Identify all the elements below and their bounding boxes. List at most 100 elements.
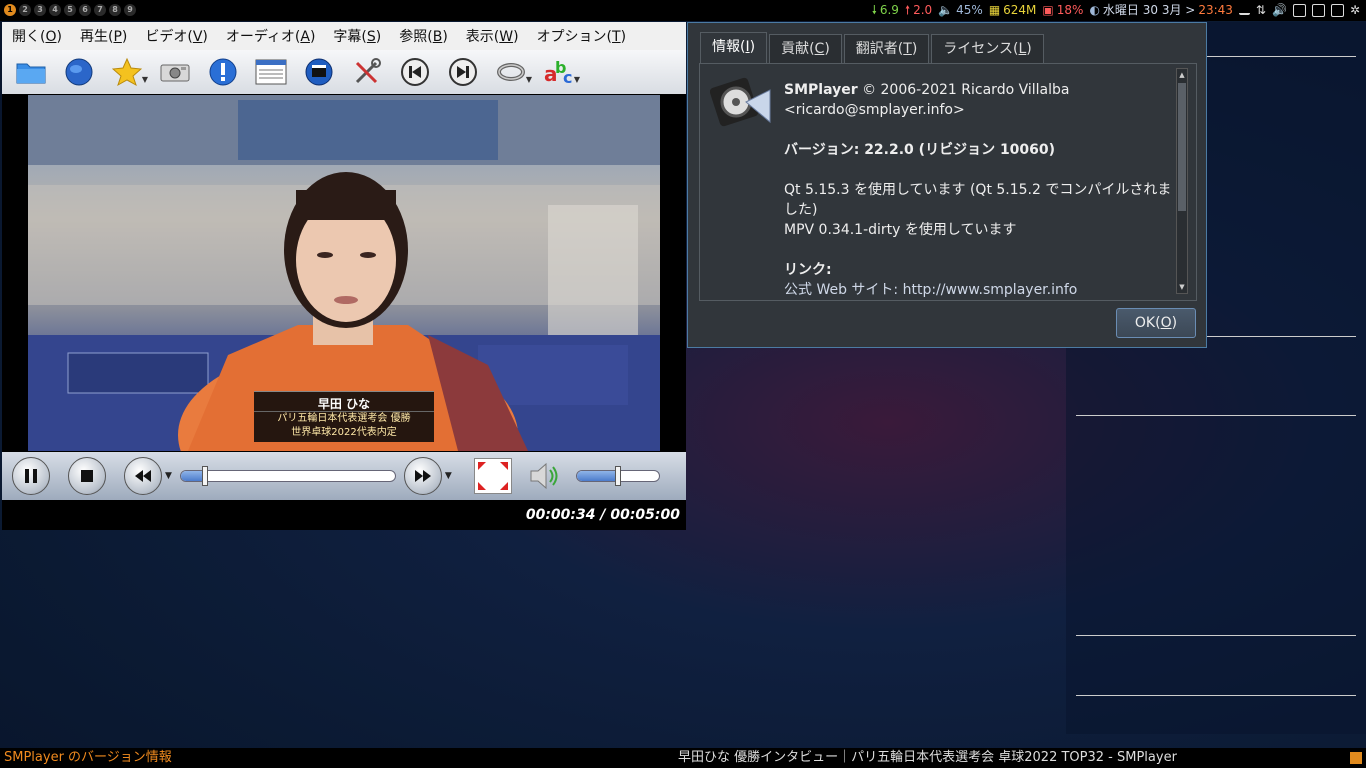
about-dialog: 情報(I) 貢献(C) 翻訳者(T) ライセンス(L) SMPlayer © 2… xyxy=(687,22,1207,348)
subtitles-button[interactable]: abc ▼ xyxy=(536,52,582,92)
clock[interactable]: ◐ 水曜日 30 3月 >23:43 xyxy=(1089,0,1232,21)
workspace-switcher: 1 2 3 4 5 6 7 8 9 xyxy=(4,0,136,16)
keyboard-tray-icon[interactable] xyxy=(1238,7,1250,15)
ok-button[interactable]: OK(O) xyxy=(1116,308,1196,338)
open-url-button[interactable] xyxy=(56,52,102,92)
desktop-divider xyxy=(1076,415,1356,416)
skip-next-icon xyxy=(449,58,477,86)
scroll-down-icon[interactable]: ▼ xyxy=(1177,281,1187,293)
memory-icon: ▦ xyxy=(988,3,1001,17)
video-equalizer-button[interactable] xyxy=(296,52,342,92)
scrollbar-thumb[interactable] xyxy=(1178,83,1186,211)
tab-translators[interactable]: 翻訳者(T) xyxy=(843,34,930,63)
playlist-icon xyxy=(255,59,287,85)
volume-handle[interactable] xyxy=(614,466,621,486)
workspace-2[interactable]: 2 xyxy=(19,4,31,16)
caption-line-1: パリ五輪日本代表選考会 優勝 xyxy=(277,413,411,424)
menu-browse[interactable]: 参照(B) xyxy=(389,26,456,46)
screenshot-button[interactable] xyxy=(152,52,198,92)
menu-audio[interactable]: オーディオ(A) xyxy=(216,26,324,46)
network-tray-icon[interactable]: ⇅ xyxy=(1256,0,1266,21)
seek-handle[interactable] xyxy=(202,466,209,486)
seek-slider[interactable] xyxy=(179,466,396,486)
dropdown-arrow-icon[interactable]: ▼ xyxy=(526,75,532,84)
screenshot-tray-icon[interactable] xyxy=(1292,4,1306,17)
menu-open[interactable]: 開く(O) xyxy=(2,26,70,46)
forward-button[interactable] xyxy=(403,457,442,495)
workspace-9[interactable]: 9 xyxy=(124,4,136,16)
volume-tray-icon[interactable]: 🔊 xyxy=(1272,0,1287,21)
display-tray-icon[interactable] xyxy=(1311,4,1325,17)
speaker-volume-icon xyxy=(530,462,558,490)
fullscreen-icon xyxy=(477,462,508,490)
about-tabs: 情報(I) 貢献(C) 翻訳者(T) ライセンス(L) xyxy=(700,32,1046,63)
info-button[interactable] xyxy=(200,52,246,92)
menu-options[interactable]: オプション(T) xyxy=(527,26,635,46)
workspace-6[interactable]: 6 xyxy=(79,4,91,16)
workspace-4[interactable]: 4 xyxy=(49,4,61,16)
stop-icon xyxy=(81,470,93,482)
next-button[interactable] xyxy=(440,52,486,92)
smplayer-logo-icon xyxy=(709,76,774,134)
skip-previous-icon xyxy=(401,58,429,86)
disk-icon: ▣ xyxy=(1042,3,1054,17)
taskbar-item-player[interactable]: 早田ひな 優勝インタビュー｜パリ五輪日本代表選考会 卓球2022 TOP32 -… xyxy=(678,748,1177,768)
rewind-dropdown-icon[interactable]: ▼ xyxy=(165,471,172,481)
volume-indicator: 🔈 45% xyxy=(938,0,983,21)
playlist-button[interactable] xyxy=(248,52,294,92)
taskbar: SMPlayer のバージョン情報 早田ひな 優勝インタビュー｜パリ五輪日本代表… xyxy=(0,748,1366,768)
smplayer-window: 開く(O) 再生(P) ビデオ(V) オーディオ(A) 字幕(S) 参照(B) … xyxy=(2,22,686,530)
tools-icon xyxy=(355,58,381,84)
forward-dropdown-icon[interactable]: ▼ xyxy=(445,471,452,481)
mute-button[interactable] xyxy=(528,459,558,493)
menu-subtitles[interactable]: 字幕(S) xyxy=(323,26,389,46)
workspace-1[interactable]: 1 xyxy=(4,4,16,16)
layout-indicator-icon[interactable] xyxy=(1350,752,1362,764)
desktop-divider xyxy=(1076,695,1356,696)
speaker-icon: 🔈 xyxy=(938,3,954,17)
tab-license[interactable]: ライセンス(L) xyxy=(931,34,1044,63)
video-area[interactable]: 早田 ひな パリ五輪日本代表選考会 優勝 世界卓球2022代表内定 xyxy=(28,95,660,451)
top-status-bar: 1 2 3 4 5 6 7 8 9 🠗 6.9 🠕 2.0 🔈 45% ▦ 624M ▣… xyxy=(0,0,1366,21)
menu-view[interactable]: 表示(W) xyxy=(456,26,527,46)
workspace-5[interactable]: 5 xyxy=(64,4,76,16)
previous-button[interactable] xyxy=(392,52,438,92)
volume-slider[interactable] xyxy=(575,466,660,486)
workspace-3[interactable]: 3 xyxy=(34,4,46,16)
load-indicator: 🠕 2.0 xyxy=(905,0,932,21)
settings-gear-icon[interactable]: ✲ xyxy=(1350,0,1360,21)
headphones-icon xyxy=(497,63,525,81)
dropdown-arrow-icon[interactable]: ▼ xyxy=(574,75,580,84)
fullscreen-button[interactable] xyxy=(473,458,512,494)
tab-contributions[interactable]: 貢献(C) xyxy=(769,34,842,63)
upload-arrow-icon: 🠕 xyxy=(904,3,911,17)
taskbar-item-about[interactable]: SMPlayer のバージョン情報 xyxy=(4,748,172,768)
info-scrollbar[interactable]: ▲ ▼ xyxy=(1176,68,1188,294)
download-arrow-icon: 🠗 xyxy=(871,3,877,17)
dropdown-arrow-icon[interactable]: ▼ xyxy=(142,75,148,84)
website-link[interactable]: 公式 Web サイト: http://www.smplayer.info xyxy=(784,280,1172,300)
folder-icon xyxy=(16,63,46,84)
memory-indicator: ▦ 624M xyxy=(989,0,1037,21)
pause-icon xyxy=(25,469,37,483)
clipboard-tray-icon[interactable] xyxy=(1330,4,1344,17)
rewind-button[interactable] xyxy=(124,457,162,495)
favorites-button[interactable]: ▼ xyxy=(104,52,150,92)
workspace-7[interactable]: 7 xyxy=(94,4,106,16)
volume-fill xyxy=(576,471,618,481)
menu-video[interactable]: ビデオ(V) xyxy=(135,26,216,46)
menu-play[interactable]: 再生(P) xyxy=(70,26,135,46)
open-folder-button[interactable] xyxy=(8,52,54,92)
menu-bar: 開く(O) 再生(P) ビデオ(V) オーディオ(A) 字幕(S) 参照(B) … xyxy=(2,22,686,50)
pause-button[interactable] xyxy=(12,457,50,495)
scroll-up-icon[interactable]: ▲ xyxy=(1177,69,1187,81)
system-monitor: 🠗 6.9 🠕 2.0 🔈 45% ▦ 624M ▣ 18% ◐ 水曜日 30 3月 >23… xyxy=(872,0,1360,21)
mpv-version-line: MPV 0.34.1-dirty を使用しています xyxy=(784,222,1017,238)
app-name: SMPlayer xyxy=(784,82,858,98)
preferences-button[interactable] xyxy=(344,52,390,92)
workspace-8[interactable]: 8 xyxy=(109,4,121,16)
tab-info[interactable]: 情報(I) xyxy=(700,32,768,63)
audio-track-button[interactable]: ▼ xyxy=(488,52,534,92)
camera-icon xyxy=(160,64,190,82)
stop-button[interactable] xyxy=(68,457,106,495)
